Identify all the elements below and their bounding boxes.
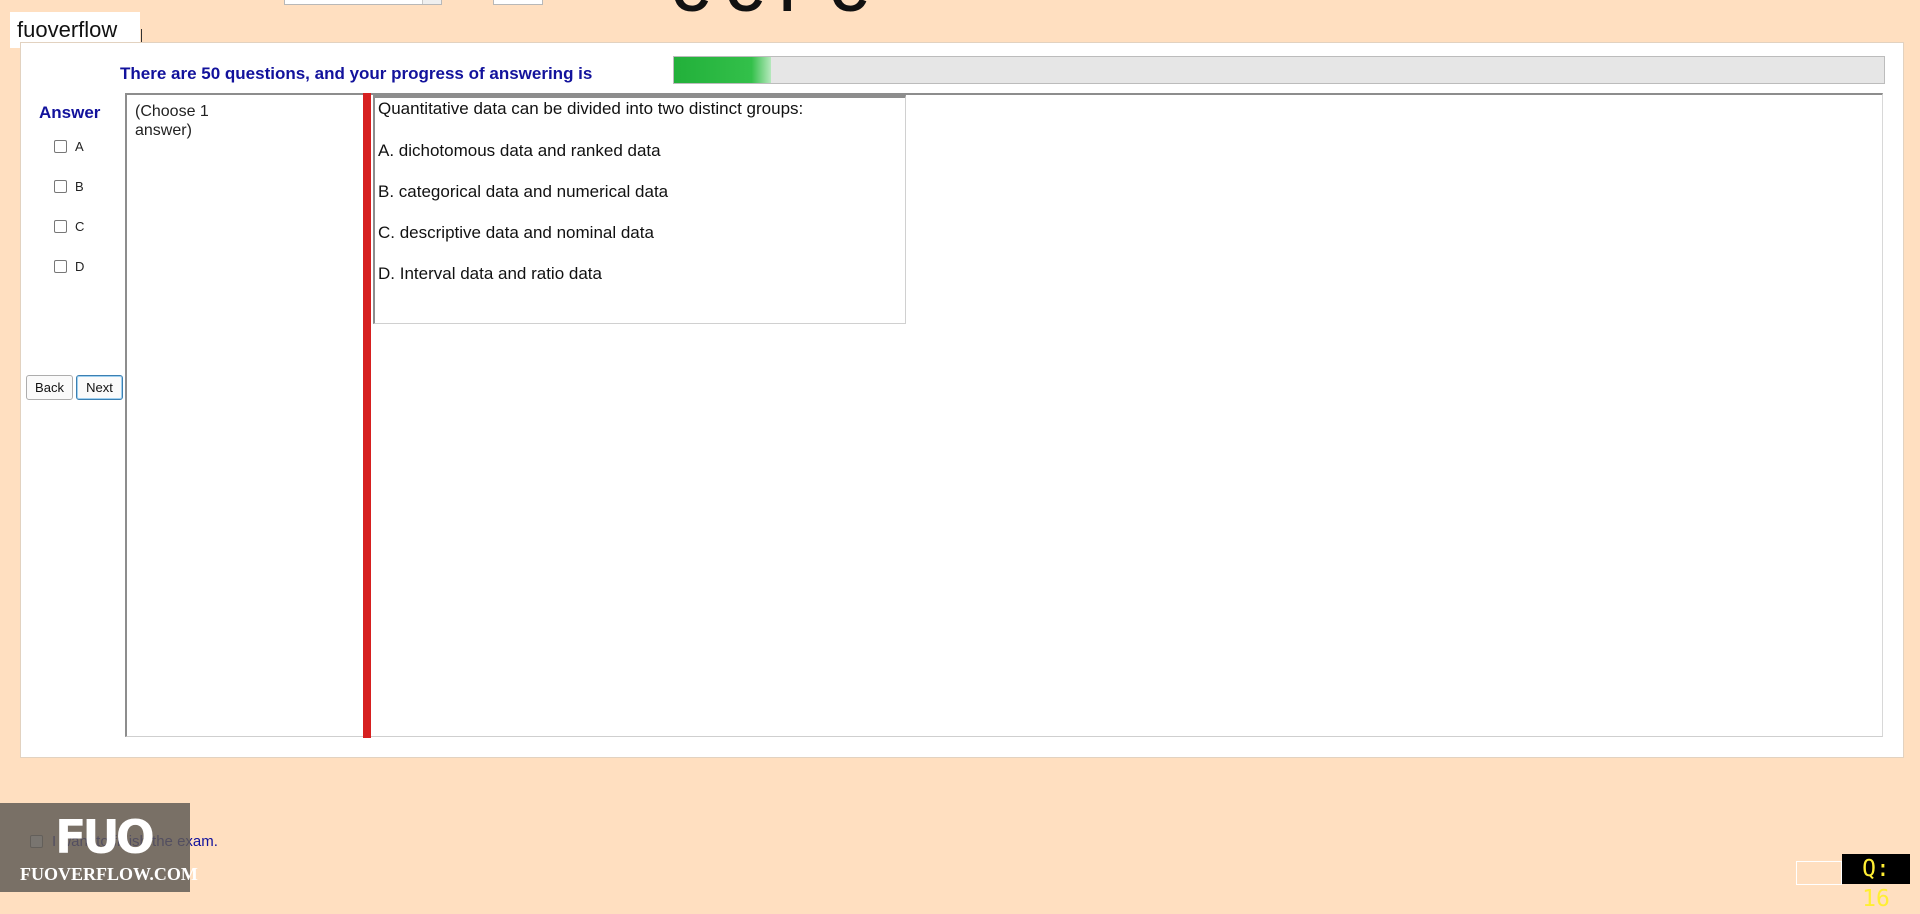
answer-option-d[interactable]: D xyxy=(54,259,84,274)
back-button[interactable]: Back xyxy=(26,375,73,400)
exam-code: C C P C xyxy=(672,0,869,20)
progress-bar-fill xyxy=(674,57,771,83)
next-button[interactable]: Next xyxy=(76,375,123,400)
answer-option-c[interactable]: C xyxy=(54,219,84,234)
checkbox-d[interactable] xyxy=(54,260,67,273)
checkbox-c[interactable] xyxy=(54,220,67,233)
watermark-logo: FUO xyxy=(55,810,155,864)
checkbox-a[interactable] xyxy=(54,140,67,153)
checkbox-b[interactable] xyxy=(54,180,67,193)
status-box xyxy=(1796,861,1842,885)
choose-hint: (Choose 1 answer) xyxy=(135,103,209,139)
answer-option-a[interactable]: A xyxy=(54,139,84,154)
watermark-url: FUOVERFLOW.COM xyxy=(20,864,198,884)
answer-option-label: A xyxy=(75,139,84,154)
progress-label: There are 50 questions, and your progres… xyxy=(120,64,593,83)
question-choice-a: A. dichotomous data and ranked data xyxy=(378,141,661,160)
question-number-badge: Q: 16 xyxy=(1842,854,1910,912)
progress-bar xyxy=(673,56,1885,84)
question-choice-d: D. Interval data and ratio data xyxy=(378,264,602,283)
question-box xyxy=(373,95,906,324)
answer-title: Answer xyxy=(39,103,101,122)
top-field[interactable] xyxy=(493,0,543,5)
top-dropdown[interactable] xyxy=(284,0,442,5)
question-choice-b: B. categorical data and numerical data xyxy=(378,182,669,201)
choose-hint-box xyxy=(125,93,365,737)
answer-option-label: D xyxy=(75,259,85,274)
answer-option-b[interactable]: B xyxy=(54,179,84,194)
question-text: Quantitative data can be divided into tw… xyxy=(378,99,804,118)
question-choice-c: C. descriptive data and nominal data xyxy=(378,223,654,242)
answer-option-label: B xyxy=(75,179,84,194)
red-divider[interactable] xyxy=(363,93,371,738)
answer-option-label: C xyxy=(75,219,85,234)
